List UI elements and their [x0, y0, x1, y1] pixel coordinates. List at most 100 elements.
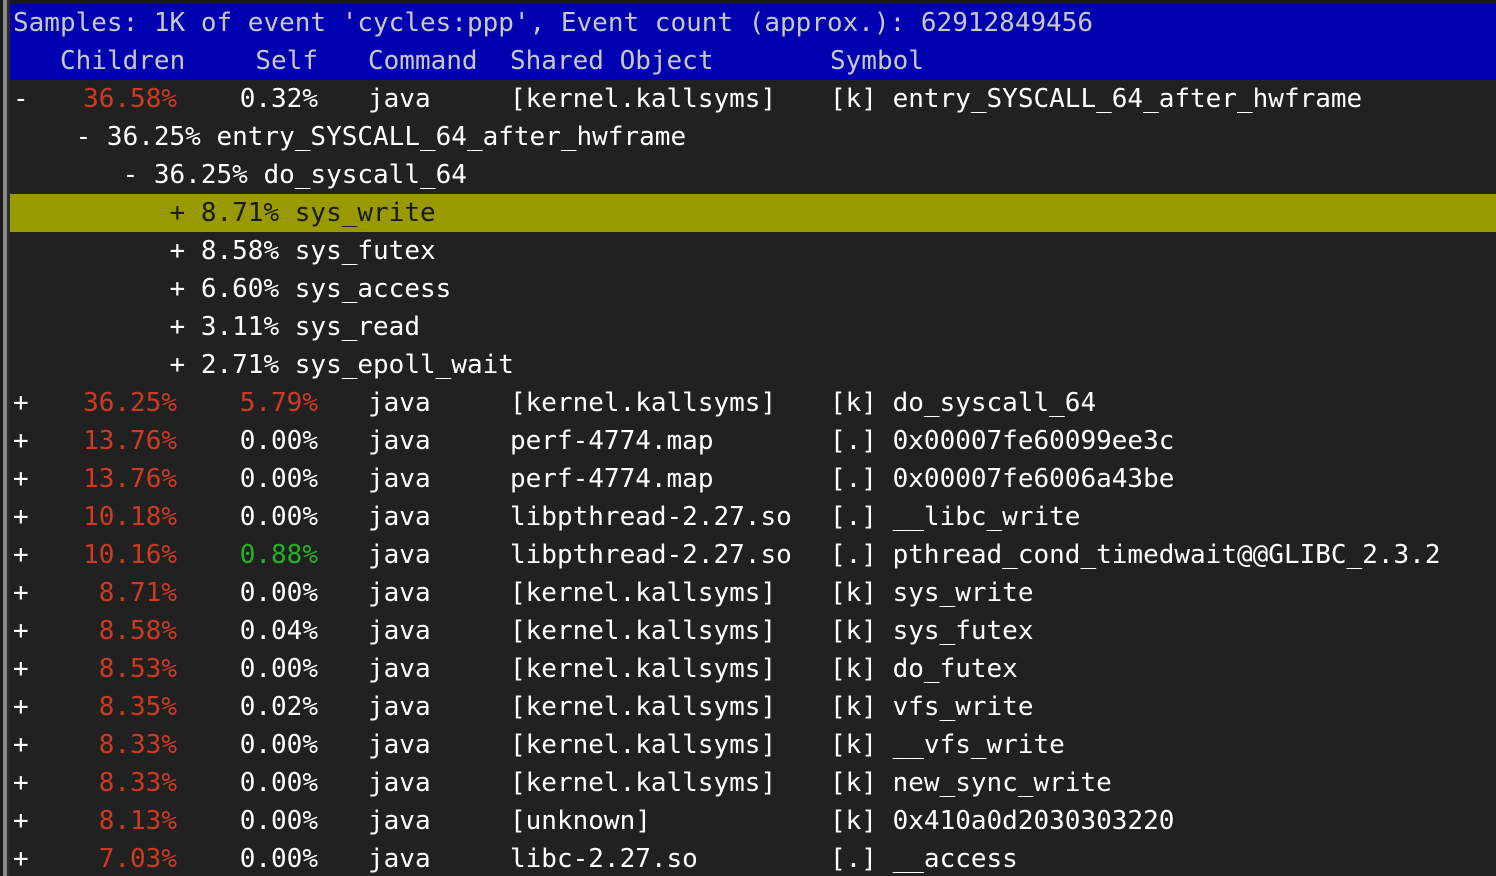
expand-toggle-icon[interactable]: + [13, 422, 29, 460]
cell-command: java [368, 498, 431, 536]
cell-shared-object: [kernel.kallsyms] [510, 688, 776, 726]
expand-toggle-icon[interactable]: + [13, 536, 29, 574]
expand-toggle-icon[interactable]: + [13, 840, 29, 876]
column-header-command[interactable]: Command [368, 42, 478, 80]
cell-symbol: [.] __access [830, 840, 1018, 876]
expand-toggle-icon[interactable]: + [13, 726, 29, 764]
cell-command: java [368, 80, 431, 118]
cell-children-percent: 13.76% [60, 460, 177, 498]
cell-shared-object: [kernel.kallsyms] [510, 574, 776, 612]
column-header-children[interactable]: Children [60, 42, 177, 80]
cell-symbol: [k] do_syscall_64 [830, 384, 1096, 422]
status-line: Samples: 1K of event 'cycles:ppp', Event… [13, 4, 1093, 42]
cell-command: java [368, 574, 431, 612]
vertical-scrollbar[interactable] [0, 0, 10, 876]
report-entry-row[interactable]: +10.18% 0.00% java libpthread-2.27.so [.] __… [10, 498, 1496, 536]
cell-self-percent: 0.00% [208, 764, 318, 802]
cell-children-percent: 8.71% [60, 574, 177, 612]
report-entry-row[interactable]: -36.58%0.32%java[kernel.kallsyms][k] ent… [10, 80, 1496, 118]
cell-children-percent: 8.58% [60, 612, 177, 650]
cell-command: java [368, 688, 431, 726]
column-header-symbol[interactable]: Symbol [830, 42, 924, 80]
callchain-text: + 6.60% sys_access [13, 270, 451, 308]
column-header-shared-object[interactable]: Shared Object [510, 42, 714, 80]
cell-children-percent: 8.53% [60, 650, 177, 688]
report-entry-row[interactable]: +36.25%5.79%java[kernel.kallsyms][k] do_… [10, 384, 1496, 422]
cell-self-percent: 0.00% [208, 422, 318, 460]
cell-symbol: [.] 0x00007fe60099ee3c [830, 422, 1174, 460]
callchain-row[interactable]: - 36.25% entry_SYSCALL_64_after_hwframe [10, 118, 1496, 156]
cell-command: java [368, 802, 431, 840]
report-entry-row[interactable]: +10.16% 0.88% java libpthread-2.27.so [.] pt… [10, 536, 1496, 574]
expand-toggle-icon[interactable]: + [13, 802, 29, 840]
cell-self-percent: 0.00% [208, 726, 318, 764]
cell-command: java [368, 384, 431, 422]
cell-symbol: [.] __libc_write [830, 498, 1080, 536]
cell-command: java [368, 460, 431, 498]
cell-command: java [368, 536, 431, 574]
report-entry-row[interactable]: +13.76% 0.00% java perf-4774.map [.] 0x00007… [10, 422, 1496, 460]
cell-self-percent: 0.00% [208, 650, 318, 688]
cell-symbol: [k] vfs_write [830, 688, 1034, 726]
expand-toggle-icon[interactable]: + [13, 650, 29, 688]
cell-children-percent: 10.18% [60, 498, 177, 536]
report-entry-row[interactable]: +13.76%0.00%javaperf-4774.map[.] 0x00007… [10, 460, 1496, 498]
callchain-row[interactable]: + 8.71% sys_write [10, 194, 1496, 232]
callchain-row[interactable]: + 3.11% sys_read [10, 308, 1496, 346]
callchain-row[interactable]: + 2.71% sys_epoll_wait [10, 346, 1496, 384]
column-header-self[interactable]: Self [208, 42, 318, 80]
cell-symbol: [k] do_futex [830, 650, 1018, 688]
cell-command: java [368, 422, 431, 460]
cell-shared-object: [kernel.kallsyms] [510, 764, 776, 802]
cell-symbol: [k] entry_SYSCALL_64_after_hwframe [830, 80, 1362, 118]
cell-symbol: [k] new_sync_write [830, 764, 1112, 802]
callchain-text: + 2.71% sys_epoll_wait [13, 346, 514, 384]
report-entry-row[interactable]: +7.03% 0.00% java libc-2.27.so [.] __access [10, 840, 1496, 876]
cell-shared-object: [kernel.kallsyms] [510, 650, 776, 688]
cell-symbol: [.] pthread_cond_timedwait@@GLIBC_2.3.2 [830, 536, 1440, 574]
cell-shared-object: perf-4774.map [510, 460, 714, 498]
cell-symbol: [.] 0x00007fe6006a43be [830, 460, 1174, 498]
report-entry-row[interactable]: +8.33%0.00%java[kernel.kallsyms][k] new_… [10, 764, 1496, 802]
expand-toggle-icon[interactable]: + [13, 764, 29, 802]
cell-children-percent: 7.03% [60, 840, 177, 876]
cell-children-percent: 10.16% [60, 536, 177, 574]
report-entry-row[interactable]: +8.13%0.00%java[unknown][k] 0x410a0d2030… [10, 802, 1496, 840]
expand-toggle-icon[interactable]: + [13, 574, 29, 612]
cell-shared-object: perf-4774.map [510, 422, 714, 460]
report-rows: -36.58%0.32%java[kernel.kallsyms][k] ent… [0, 80, 1496, 876]
cell-command: java [368, 650, 431, 688]
callchain-row[interactable]: - 36.25% do_syscall_64 [10, 156, 1496, 194]
cell-self-percent: 0.00% [208, 840, 318, 876]
scrollbar-thumb[interactable] [3, 0, 7, 876]
cell-self-percent: 0.88% [208, 536, 318, 574]
report-entry-row[interactable]: +8.53% 0.00% java [kernel.kallsyms] [k] do_f… [10, 650, 1496, 688]
cell-shared-object: libpthread-2.27.so [510, 498, 792, 536]
cell-shared-object: libc-2.27.so [510, 840, 698, 876]
cell-shared-object: [kernel.kallsyms] [510, 384, 776, 422]
column-header-row: Children Self Command Shared Object Symb… [10, 42, 104, 80]
cell-self-percent: 0.00% [208, 574, 318, 612]
expand-toggle-icon[interactable]: + [13, 688, 29, 726]
callchain-row[interactable]: + 6.60% sys_access [10, 270, 1496, 308]
cell-children-percent: 8.33% [60, 726, 177, 764]
report-entry-row[interactable]: +8.58%0.04%java[kernel.kallsyms][k] sys_… [10, 612, 1496, 650]
expand-toggle-icon[interactable]: + [13, 498, 29, 536]
cell-shared-object: libpthread-2.27.so [510, 536, 792, 574]
cell-command: java [368, 840, 431, 876]
cell-command: java [368, 726, 431, 764]
cell-children-percent: 13.76% [60, 422, 177, 460]
expand-toggle-icon[interactable]: + [13, 460, 29, 498]
callchain-row[interactable]: + 8.58% sys_futex [10, 232, 1496, 270]
cell-self-percent: 0.04% [208, 612, 318, 650]
cell-shared-object: [kernel.kallsyms] [510, 612, 776, 650]
cell-self-percent: 0.32% [208, 80, 318, 118]
cell-self-percent: 0.00% [208, 498, 318, 536]
expand-toggle-icon[interactable]: + [13, 384, 29, 422]
cell-shared-object: [unknown] [510, 802, 651, 840]
cell-children-percent: 8.33% [60, 764, 177, 802]
report-entry-row[interactable]: +8.71%0.00%java[kernel.kallsyms][k] sys_… [10, 574, 1496, 612]
expand-toggle-icon[interactable]: + [13, 612, 29, 650]
report-entry-row[interactable]: +8.35%0.02%java[kernel.kallsyms][k] vfs_… [10, 688, 1496, 726]
report-entry-row[interactable]: +8.33%0.00%java[kernel.kallsyms][k] __vf… [10, 726, 1496, 764]
